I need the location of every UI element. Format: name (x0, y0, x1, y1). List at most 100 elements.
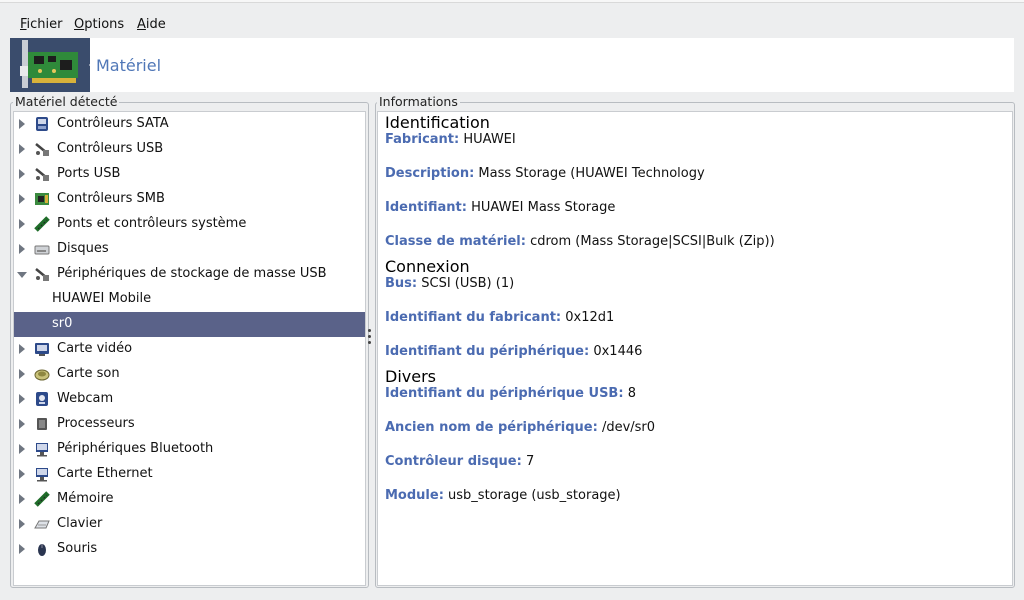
info-field-key: Identifiant: (385, 200, 467, 215)
tree-item[interactable]: Carte Ethernet (14, 462, 365, 487)
info-field-value: usb_storage (usb_storage) (448, 488, 621, 503)
info-field-key: Classe de matériel: (385, 234, 526, 249)
expander-closed-icon[interactable] (19, 519, 25, 529)
usb-storage-icon (34, 266, 50, 282)
tree-item-label: Contrôleurs USB (57, 141, 164, 156)
tree-item-label: Ponts et contrôleurs système (57, 216, 247, 231)
tree-item[interactable]: Contrôleurs SATA (14, 112, 365, 137)
tree-item-label: Carte Ethernet (57, 466, 153, 481)
info-field-value: cdrom (Mass Storage|SCSI|Bulk (Zip)) (530, 234, 775, 249)
tree-item-label: Contrôleurs SATA (57, 116, 169, 131)
expander-closed-icon[interactable] (19, 494, 25, 504)
info-field-value: Mass Storage (HUAWEI Technology (478, 166, 705, 181)
tree-item-label: sr0 (52, 316, 73, 331)
section-title: Identification (385, 113, 490, 132)
menu-fichier[interactable]: Fichier (20, 17, 63, 32)
hardware-tree[interactable]: Contrôleurs SATA Contrôleurs USB Ports USB… (13, 111, 366, 586)
info-field: Ancien nom de périphérique: /dev/sr0 (385, 420, 655, 435)
usb-port-icon (34, 166, 50, 182)
disk-icon (34, 241, 50, 257)
info-field-value: SCSI (USB) (1) (421, 276, 515, 291)
memory-icon (34, 491, 50, 507)
tree-item[interactable]: Mémoire (14, 487, 365, 512)
info-field-value: 0x1446 (593, 344, 643, 359)
tree-item-label: Disques (57, 241, 109, 256)
tree-item[interactable]: Processeurs (14, 412, 365, 437)
tree-item[interactable]: Souris (14, 537, 365, 562)
tree-item-label: Ports USB (57, 166, 121, 181)
menu-aide[interactable]: Aide (137, 17, 166, 32)
tree-item[interactable]: Périphériques de stockage de masse USB (14, 262, 365, 287)
expander-closed-icon[interactable] (19, 469, 25, 479)
tree-item[interactable]: Clavier (14, 512, 365, 537)
tree-item[interactable]: Ports USB (14, 162, 365, 187)
detected-hardware-label: Matériel détecté (13, 94, 120, 109)
expander-closed-icon[interactable] (19, 544, 25, 554)
information-panel: Identification Fabricant: HUAWEI Descripti… (377, 111, 1013, 586)
tree-item[interactable]: Contrôleurs SMB (14, 187, 365, 212)
info-field-key: Identifiant du périphérique USB: (385, 386, 624, 401)
video-card-icon (34, 341, 50, 357)
bluetooth-device-icon (34, 441, 50, 457)
menu-options[interactable]: Options (74, 17, 124, 32)
expander-closed-icon[interactable] (19, 419, 25, 429)
tree-item[interactable]: Carte vidéo (14, 337, 365, 362)
tree-item[interactable]: Contrôleurs USB (14, 137, 365, 162)
expander-closed-icon[interactable] (19, 444, 25, 454)
tree-item-label: Carte son (57, 366, 120, 381)
expander-closed-icon[interactable] (19, 394, 25, 404)
sound-card-icon (34, 366, 50, 382)
info-field-key: Description: (385, 166, 475, 181)
sata-controller-icon (34, 116, 50, 132)
tree-item[interactable]: HUAWEI Mobile (14, 287, 365, 312)
tree-item-label: Contrôleurs SMB (57, 191, 165, 206)
info-field-value: 8 (627, 386, 636, 401)
info-field: Module: usb_storage (usb_storage) (385, 488, 621, 503)
tree-item[interactable]: Carte son (14, 362, 365, 387)
info-field-value: HUAWEI Mass Storage (471, 200, 616, 215)
tree-item-label: Mémoire (57, 491, 114, 506)
info-field: Fabricant: HUAWEI (385, 132, 516, 147)
tree-item-label: Souris (57, 541, 98, 556)
info-field-key: Module: (385, 488, 444, 503)
info-field-value: /dev/sr0 (601, 420, 656, 435)
info-field: Contrôleur disque: 7 (385, 454, 534, 469)
information-label: Informations (377, 94, 460, 109)
tree-item[interactable]: sr0 (14, 312, 365, 337)
tree-item-label: Périphériques Bluetooth (57, 441, 214, 456)
expander-closed-icon[interactable] (19, 369, 25, 379)
tree-item-label: Clavier (57, 516, 103, 531)
info-field-key: Contrôleur disque: (385, 454, 522, 469)
window-top-edge (0, 0, 1024, 3)
section-title: Connexion (385, 257, 470, 276)
tree-item[interactable]: Périphériques Bluetooth (14, 437, 365, 462)
info-field-key: Bus: (385, 276, 418, 291)
expander-open-icon[interactable] (17, 272, 27, 278)
hardware-card-icon (10, 38, 90, 92)
expander-closed-icon[interactable] (19, 144, 25, 154)
mouse-icon (34, 541, 50, 557)
expander-closed-icon[interactable] (19, 194, 25, 204)
tree-item[interactable]: Ponts et contrôleurs système (14, 212, 365, 237)
info-field-key: Identifiant du fabricant: (385, 310, 562, 325)
tree-item[interactable]: Disques (14, 237, 365, 262)
expander-closed-icon[interactable] (19, 244, 25, 254)
info-field: Identifiant: HUAWEI Mass Storage (385, 200, 615, 215)
tree-item-label: HUAWEI Mobile (52, 291, 152, 306)
pane-splitter-handle[interactable] (368, 326, 372, 352)
expander-closed-icon[interactable] (19, 344, 25, 354)
menu-bar: Fichier Options Aide (0, 13, 1024, 37)
tree-item-label: Processeurs (57, 416, 135, 431)
webcam-icon (34, 391, 50, 407)
expander-closed-icon[interactable] (19, 219, 25, 229)
section-title: Divers (385, 367, 436, 386)
tree-item[interactable]: Webcam (14, 387, 365, 412)
info-field: Description: Mass Storage (HUAWEI Techno… (385, 166, 705, 181)
processor-icon (34, 416, 50, 432)
expander-closed-icon[interactable] (19, 119, 25, 129)
smb-controller-icon (34, 191, 50, 207)
expander-closed-icon[interactable] (19, 169, 25, 179)
info-field-value: 7 (525, 454, 535, 469)
tree-item-label: Webcam (57, 391, 114, 406)
ethernet-card-icon (34, 466, 50, 482)
